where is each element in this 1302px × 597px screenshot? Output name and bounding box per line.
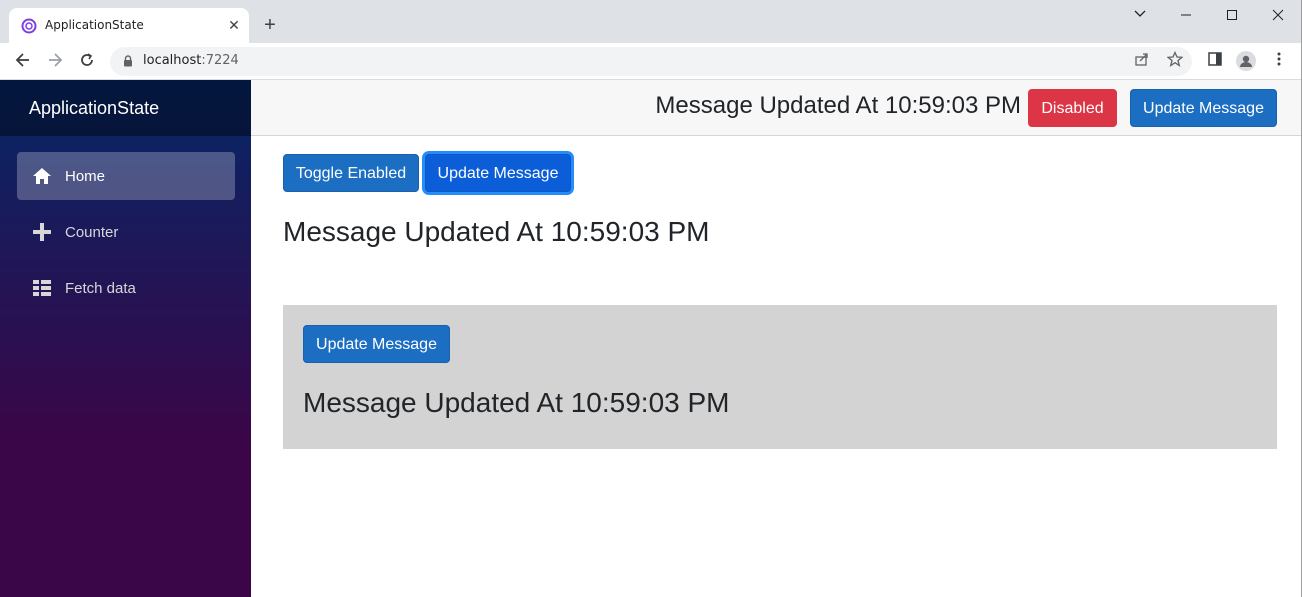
close-window-button[interactable] [1266, 6, 1290, 26]
sidebar-header: ApplicationState [0, 80, 251, 136]
main-content: Toggle Enabled Update Message Message Up… [251, 136, 1301, 597]
minimize-button[interactable] [1174, 6, 1198, 26]
panel-message: Message Updated At 10:59:03 PM [303, 387, 730, 418]
blazor-favicon-icon [21, 18, 37, 34]
list-icon [33, 280, 51, 296]
forward-icon[interactable] [44, 51, 66, 73]
top-row: Message Updated At 10:59:03 PM Disabled … [251, 80, 1301, 136]
side-panel-icon[interactable] [1204, 51, 1226, 73]
maximize-button[interactable] [1220, 6, 1244, 26]
share-icon[interactable] [1132, 51, 1152, 71]
toggle-enabled-button[interactable]: Toggle Enabled [283, 154, 419, 192]
sidebar-item-fetch-data[interactable]: Fetch data [17, 264, 235, 312]
disabled-button[interactable]: Disabled [1028, 89, 1117, 127]
sidebar-item-label: Fetch data [65, 280, 136, 297]
tab-search-icon[interactable] [1128, 6, 1152, 26]
url-text: localhost:7224 [143, 53, 239, 68]
browser-toolbar: localhost:7224 [0, 43, 1302, 80]
reload-icon[interactable] [76, 51, 98, 73]
browser-menu-icon[interactable] [1268, 51, 1290, 73]
sidebar: ApplicationState Home Counter Fetch data [0, 80, 251, 597]
top-update-message-button[interactable]: Update Message [1130, 89, 1277, 127]
app-brand[interactable]: ApplicationState [29, 98, 159, 119]
new-tab-button[interactable]: + [260, 15, 280, 35]
update-message-button[interactable]: Update Message [425, 154, 571, 192]
back-icon[interactable] [12, 51, 34, 73]
message-panel: Update Message Message Updated At 10:59:… [283, 305, 1277, 449]
sidebar-item-label: Counter [65, 224, 119, 241]
profile-avatar-icon[interactable] [1235, 51, 1257, 73]
browser-titlebar: ApplicationState ✕ + [0, 0, 1302, 43]
home-icon [33, 168, 51, 184]
bookmark-star-icon[interactable] [1165, 50, 1185, 71]
main-message: Message Updated At 10:59:03 PM [283, 216, 710, 247]
browser-tab[interactable]: ApplicationState ✕ [9, 8, 249, 43]
plus-icon [33, 223, 51, 241]
sidebar-item-counter[interactable]: Counter [17, 208, 235, 256]
address-bar[interactable]: localhost:7224 [110, 47, 1192, 76]
tab-title: ApplicationState [45, 18, 144, 32]
sidebar-item-label: Home [65, 168, 106, 185]
lock-icon [124, 55, 132, 67]
top-row-message: Message Updated At 10:59:03 PM [655, 92, 1021, 119]
panel-update-message-button[interactable]: Update Message [303, 325, 450, 363]
sidebar-item-home[interactable]: Home [17, 152, 235, 200]
tab-close-icon[interactable]: ✕ [225, 16, 243, 34]
